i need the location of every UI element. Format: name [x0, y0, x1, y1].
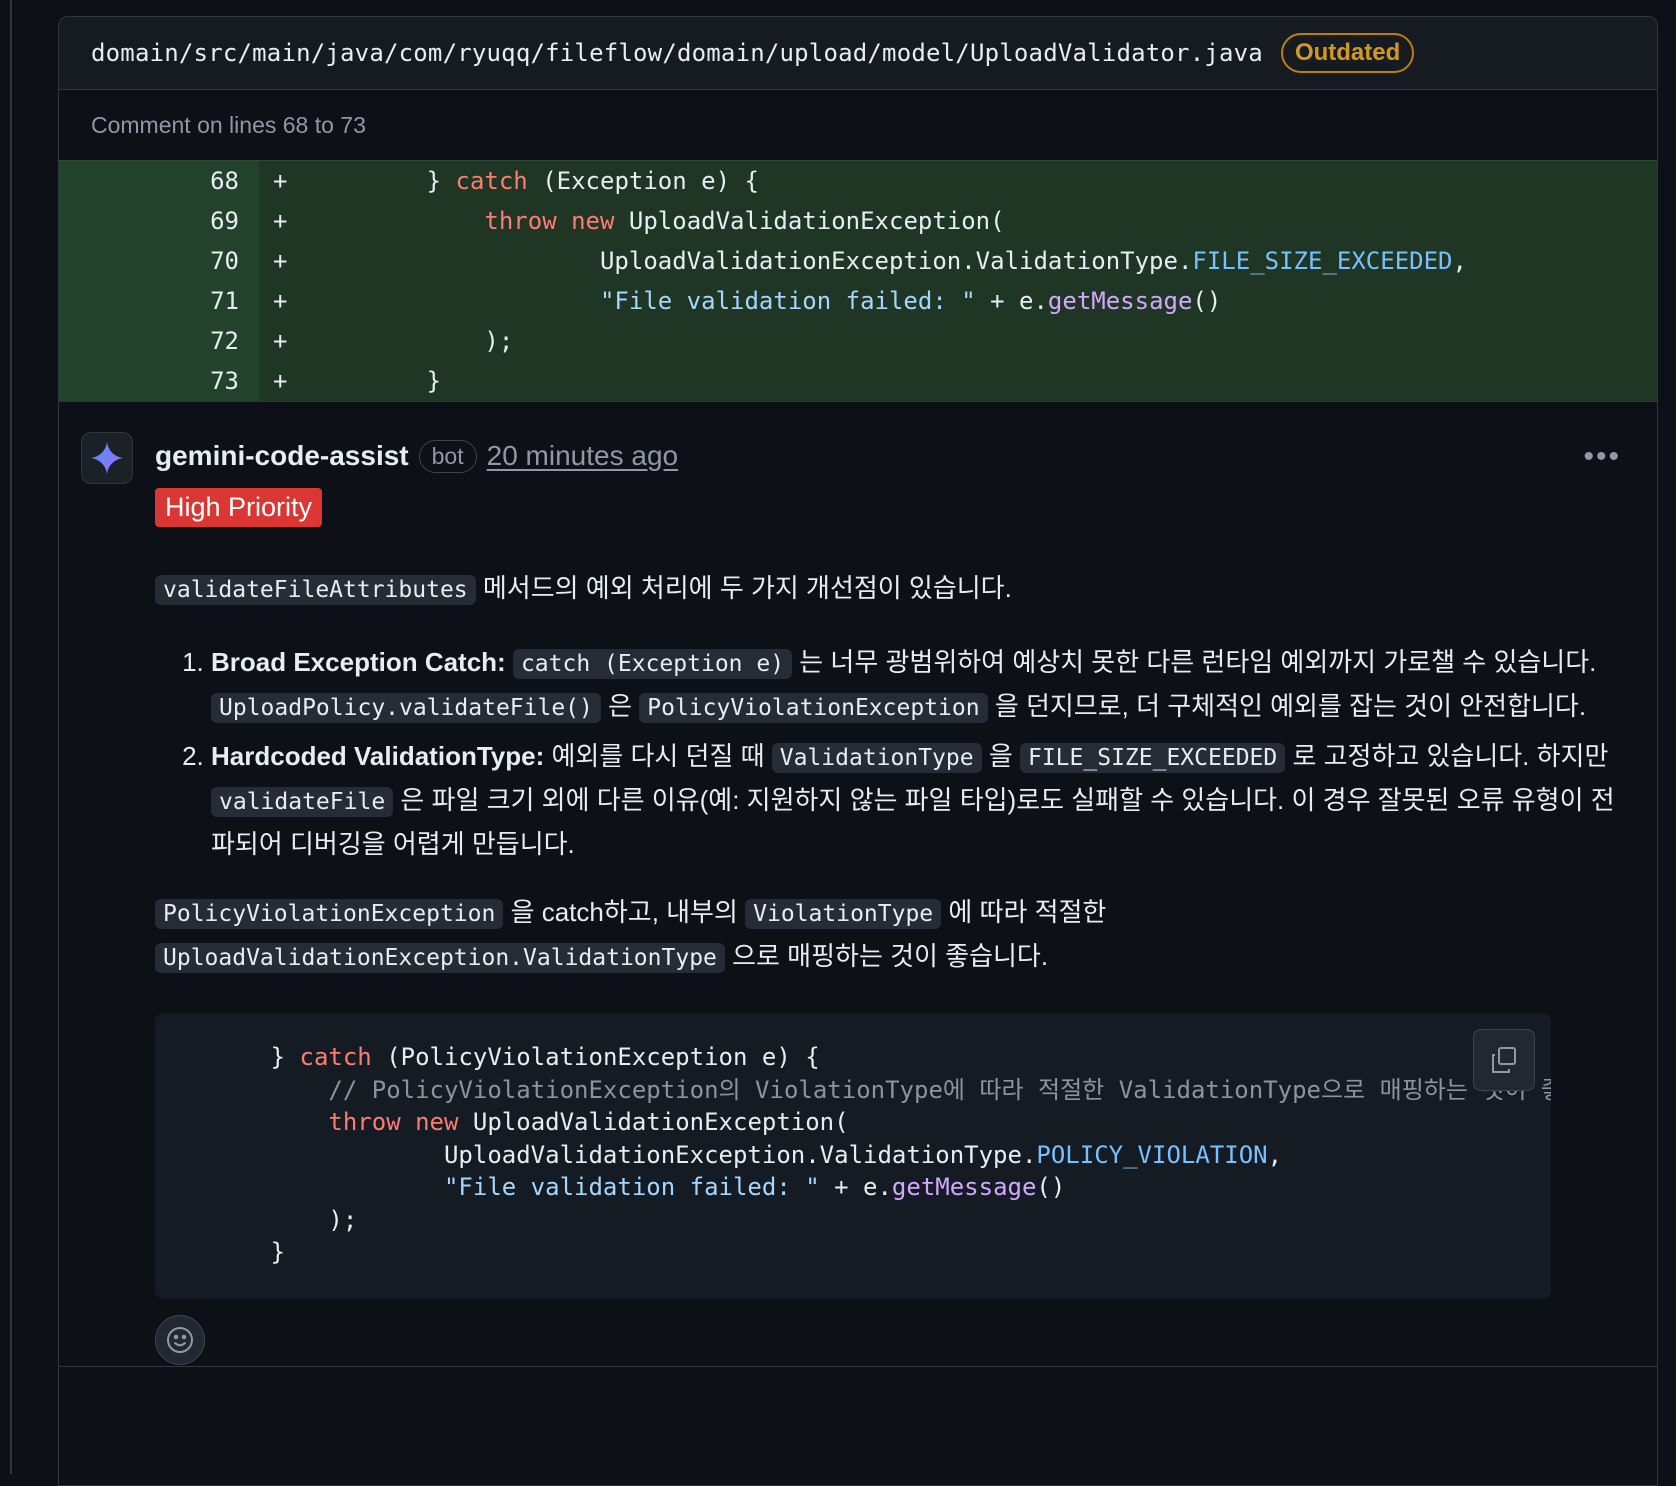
- suggestion-text: PolicyViolationException 을 catch하고, 내부의 …: [155, 891, 1627, 979]
- diff-line: 71 + "File validation failed: " + e.getM…: [59, 281, 1657, 321]
- author-name[interactable]: gemini-code-assist: [155, 440, 409, 472]
- inline-code: validateFileAttributes: [155, 575, 476, 605]
- smiley-icon[interactable]: [155, 1315, 205, 1365]
- priority-label: High Priority: [155, 488, 323, 527]
- diff-code: }: [426, 367, 442, 395]
- list-item-title: Hardcoded ValidationType:: [211, 741, 545, 771]
- line-number[interactable]: 73: [59, 361, 259, 401]
- code-line: );: [328, 1205, 358, 1234]
- code-line: // PolicyViolationException의 ViolationTy…: [328, 1075, 1551, 1104]
- divider: [59, 1366, 1657, 1367]
- diff-sign: +: [273, 167, 288, 195]
- inline-code: FILE_SIZE_EXCEEDED: [1019, 743, 1286, 773]
- list-item: Broad Exception Catch: catch (Exception …: [211, 641, 1627, 729]
- diff-hunk: 68 + } catch (Exception e) { 69 + throw …: [59, 160, 1657, 402]
- code-line: UploadValidationException.ValidationType…: [443, 1140, 1283, 1169]
- review-comment-panel: domain/src/main/java/com/ryuqq/fileflow/…: [58, 16, 1658, 1486]
- diff-sign: +: [273, 247, 288, 275]
- inline-code: UploadPolicy.validateFile(): [211, 693, 601, 723]
- suggested-code-block: } catch (PolicyViolationException e) { /…: [155, 1013, 1551, 1299]
- line-number[interactable]: 69: [59, 201, 259, 241]
- improvement-list: Broad Exception Catch: catch (Exception …: [155, 641, 1627, 865]
- inline-code: ViolationType: [745, 899, 942, 929]
- more-options-icon[interactable]: •••: [1583, 440, 1621, 474]
- diff-sign: +: [273, 367, 288, 395]
- inline-code: validateFile: [211, 787, 394, 817]
- gemini-logo-icon[interactable]: [81, 432, 133, 484]
- list-item-title: Broad Exception Catch:: [211, 647, 506, 677]
- inline-code: catch (Exception e): [512, 649, 793, 679]
- list-item: Hardcoded ValidationType: 예외를 다시 던질 때 Va…: [211, 735, 1627, 865]
- comment-header: gemini-code-assist bot 20 minutes ago: [155, 432, 1627, 480]
- diff-sign: +: [273, 207, 288, 235]
- diff-line: 68 + } catch (Exception e) {: [59, 161, 1657, 201]
- review-comment: gemini-code-assist bot 20 minutes ago ••…: [59, 402, 1657, 1395]
- diff-code: );: [484, 327, 514, 355]
- diff-line: 73 + }: [59, 361, 1657, 401]
- diff-code: } catch (Exception e) {: [426, 167, 759, 195]
- comment-timestamp[interactable]: 20 minutes ago: [487, 440, 678, 472]
- file-header: domain/src/main/java/com/ryuqq/fileflow/…: [59, 17, 1657, 90]
- comment-lines-label: Comment on lines 68 to 73: [91, 111, 366, 138]
- comment-intro: validateFileAttributes 메서드의 예외 처리에 두 가지 …: [155, 567, 1627, 611]
- line-number[interactable]: 70: [59, 241, 259, 281]
- left-timeline-rail: [10, 0, 12, 1474]
- diff-sign: +: [273, 327, 288, 355]
- code-line: }: [270, 1238, 286, 1266]
- diff-code: "File validation failed: " + e.getMessag…: [599, 287, 1222, 315]
- inline-code: PolicyViolationException: [639, 693, 988, 723]
- inline-code: UploadValidationException.ValidationType: [155, 943, 725, 973]
- inline-code: PolicyViolationException: [155, 899, 504, 929]
- diff-code: UploadValidationException.ValidationType…: [599, 247, 1467, 275]
- diff-code: throw new UploadValidationException(: [484, 207, 1005, 235]
- inline-code: ValidationType: [771, 743, 982, 773]
- line-number[interactable]: 71: [59, 281, 259, 321]
- code-line: throw new UploadValidationException(: [328, 1108, 849, 1136]
- code-line: } catch (PolicyViolationException e) {: [270, 1043, 820, 1071]
- outdated-badge: Outdated: [1280, 33, 1415, 73]
- line-number[interactable]: 68: [59, 161, 259, 201]
- diff-line: 72 + );: [59, 321, 1657, 361]
- bot-badge: bot: [418, 439, 477, 473]
- copy-icon[interactable]: [1473, 1029, 1535, 1091]
- code-line: "File validation failed: " + e.getMessag…: [443, 1173, 1066, 1201]
- diff-sign: +: [273, 287, 288, 315]
- line-number[interactable]: 72: [59, 321, 259, 361]
- diff-line: 70 + UploadValidationException.Validatio…: [59, 241, 1657, 281]
- file-path-link[interactable]: domain/src/main/java/com/ryuqq/fileflow/…: [91, 39, 1263, 67]
- diff-line: 69 + throw new UploadValidationException…: [59, 201, 1657, 241]
